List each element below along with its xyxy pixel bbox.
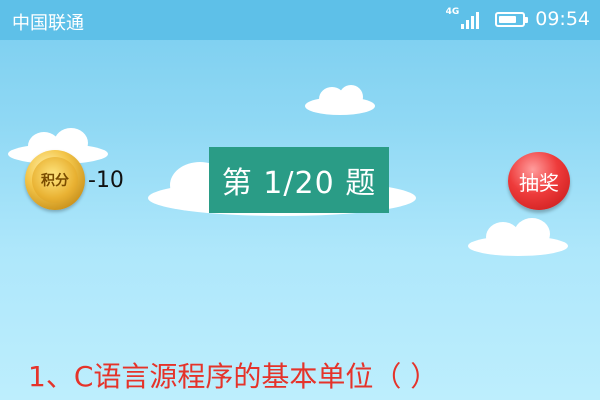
question-text: 1、C语言源程序的基本单位（ ） xyxy=(28,360,439,393)
signal-icon xyxy=(461,9,481,29)
battery-icon xyxy=(495,11,529,27)
carrier-name: 中国联通 xyxy=(12,13,84,34)
coin-icon: 积分 xyxy=(25,150,85,210)
cloud-icon xyxy=(468,218,568,256)
status-bar: 中国联通 4G 09:54 xyxy=(0,0,600,40)
lottery-button[interactable]: 抽奖 xyxy=(508,152,570,210)
network-type: 4G xyxy=(445,7,460,17)
cloud-icon xyxy=(305,85,375,115)
points-label: 积分 xyxy=(32,157,78,203)
points-value: -10 xyxy=(88,168,124,193)
clock: 09:54 xyxy=(535,8,590,30)
question-counter: 第 1/20 题 xyxy=(209,147,389,213)
